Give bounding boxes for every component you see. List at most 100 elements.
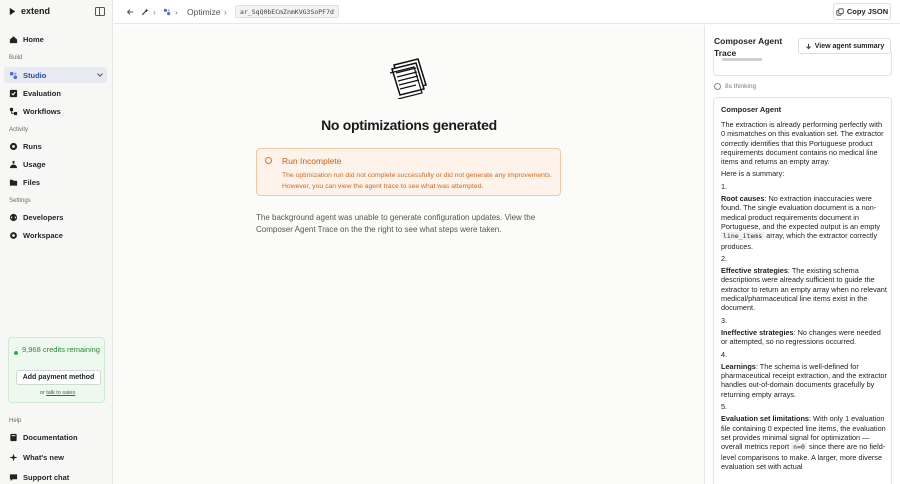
chevron-right-icon: ›: [175, 7, 178, 17]
sidebar-item-studio[interactable]: Studio: [4, 67, 107, 83]
agent-trace-panel: Composer Agent Trace View agent summary …: [704, 25, 900, 484]
chevron-right-icon: ›: [153, 7, 156, 17]
sidebar-item-label: Files: [23, 177, 41, 187]
sidebar-item-runs[interactable]: Runs: [4, 138, 107, 154]
credits-card: 9,968 credits remaining Add payment meth…: [8, 337, 105, 403]
agent-message-card: Composer Agent The extraction is already…: [713, 97, 892, 484]
sidebar-item-documentation[interactable]: Documentation: [4, 429, 107, 445]
back-button[interactable]: [126, 0, 134, 24]
clock-icon: [714, 83, 721, 90]
section-label-activity: Activity: [9, 127, 29, 133]
intro-paragraph: The extraction is already performing per…: [721, 120, 884, 167]
sidebar-item-label: Workspace: [23, 230, 63, 240]
thinking-indicator[interactable]: 8s thinking: [714, 83, 756, 90]
sparkle-icon: [9, 452, 18, 462]
main-content: No optimizations generated Run Incomplet…: [114, 25, 704, 484]
section-label-settings: Settings: [9, 198, 31, 204]
item-label: Ineffective strategies: [721, 327, 794, 337]
talk-to-sales-line: or talk to sales: [9, 390, 106, 396]
learnings-item: Learnings: The schema is well-defined fo…: [721, 362, 887, 399]
breadcrumb-studio[interactable]: [163, 0, 171, 24]
list-number: 5.: [721, 402, 728, 412]
item-label: Effective strategies: [721, 266, 788, 276]
run-id-chip[interactable]: ar_SqQ0bECmZnmKVG3SoPF7d: [235, 5, 339, 18]
section-label-help: Help: [9, 418, 22, 424]
sidebar: extend Home Build Studio Evaluation Work…: [0, 0, 113, 484]
explanation-text: The background agent was unable to gener…: [256, 213, 536, 234]
agent-label: Composer Agent: [721, 105, 782, 114]
item-label: Evaluation set limitations: [721, 414, 809, 424]
list-number: 2.: [721, 253, 728, 263]
warning-icon: [265, 157, 272, 164]
code-span: line_items: [721, 232, 765, 241]
document-stack-icon: [386, 53, 432, 101]
status-dot: [14, 351, 18, 355]
section-label-build: Build: [9, 55, 23, 61]
sidebar-item-label: Support chat: [23, 472, 70, 482]
sidebar-item-support-chat[interactable]: Support chat: [4, 469, 107, 484]
sidebar-item-usage[interactable]: Usage: [4, 156, 107, 172]
arrow-down-icon: [805, 43, 811, 49]
or-text: or: [39, 390, 45, 396]
summary-lead: Here is a summary:: [721, 169, 785, 179]
sidebar-item-label: What's new: [23, 452, 64, 462]
add-payment-method-button[interactable]: Add payment method: [16, 370, 101, 385]
sidebar-item-workspace[interactable]: Workspace: [4, 227, 107, 243]
list-number: 1.: [721, 181, 728, 191]
extend-logo-icon: [9, 7, 16, 15]
code-span: n=0: [791, 443, 807, 452]
list-number: 3.: [721, 315, 728, 325]
sidebar-item-label: Documentation: [23, 432, 78, 442]
studio-icon: [9, 71, 18, 80]
breadcrumb-tool[interactable]: [141, 0, 149, 24]
summary-button-label: View agent summary: [814, 42, 885, 50]
sidebar-item-whats-new[interactable]: What's new: [4, 449, 107, 465]
ineffective-strategies-item: Ineffective strategies: No changes were …: [721, 328, 887, 347]
alert-title: Run Incomplete: [282, 156, 342, 166]
wand-icon: [141, 8, 149, 16]
brand-name: extend: [21, 6, 51, 16]
sidebar-item-home[interactable]: Home: [4, 31, 107, 47]
workflows-icon: [9, 107, 18, 116]
agent-message: The extraction is already performing per…: [721, 120, 887, 474]
copy-json-label: Copy JSON: [846, 7, 889, 16]
sidebar-item-label: Usage: [23, 159, 46, 169]
sidebar-item-label: Workflows: [23, 106, 61, 116]
gear-icon: [9, 231, 18, 240]
view-agent-summary-button[interactable]: View agent summary: [798, 38, 891, 54]
sidebar-item-evaluation[interactable]: Evaluation: [4, 85, 107, 101]
copy-icon: [836, 7, 844, 16]
effective-strategies-item: Effective strategies: The existing schem…: [721, 266, 887, 312]
sidebar-item-files[interactable]: Files: [4, 174, 107, 190]
arrow-left-icon: [126, 9, 134, 15]
item-label: Root causes: [721, 194, 765, 204]
home-icon: [9, 35, 18, 44]
sidebar-collapse-icon[interactable]: [95, 7, 105, 16]
sidebar-item-developers[interactable]: Developers: [4, 209, 107, 225]
chevron-down-icon[interactable]: [97, 71, 103, 77]
runs-icon: [9, 142, 18, 151]
evaluation-icon: [9, 89, 18, 98]
sidebar-item-label: Studio: [23, 70, 47, 80]
book-icon: [9, 433, 18, 442]
breadcrumb-optimize[interactable]: Optimize: [187, 0, 221, 24]
panel-title: Composer Agent Trace: [714, 36, 783, 58]
page-title: No optimizations generated: [321, 117, 497, 133]
copy-json-button[interactable]: Copy JSON: [833, 3, 891, 20]
chat-icon: [9, 473, 18, 482]
credits-remaining: 9,968 credits remaining: [22, 345, 100, 354]
folder-icon: [9, 178, 18, 187]
talk-to-sales-link[interactable]: talk to sales: [46, 390, 75, 396]
studio-icon: [163, 8, 171, 16]
chevron-right-icon: ›: [224, 7, 227, 17]
alert-body: The optimization run did not complete su…: [282, 172, 553, 190]
developers-icon: [9, 213, 18, 222]
sidebar-item-label: Evaluation: [23, 88, 61, 98]
sidebar-item-label: Developers: [23, 212, 64, 222]
sidebar-item-label: Runs: [23, 141, 42, 151]
item-label: Learnings: [721, 361, 756, 371]
run-incomplete-alert: Run Incomplete The optimization run did …: [256, 148, 561, 196]
sidebar-item-workflows[interactable]: Workflows: [4, 103, 107, 119]
brand-logo[interactable]: extend: [8, 6, 50, 16]
thinking-text: 8s thinking: [725, 83, 757, 90]
